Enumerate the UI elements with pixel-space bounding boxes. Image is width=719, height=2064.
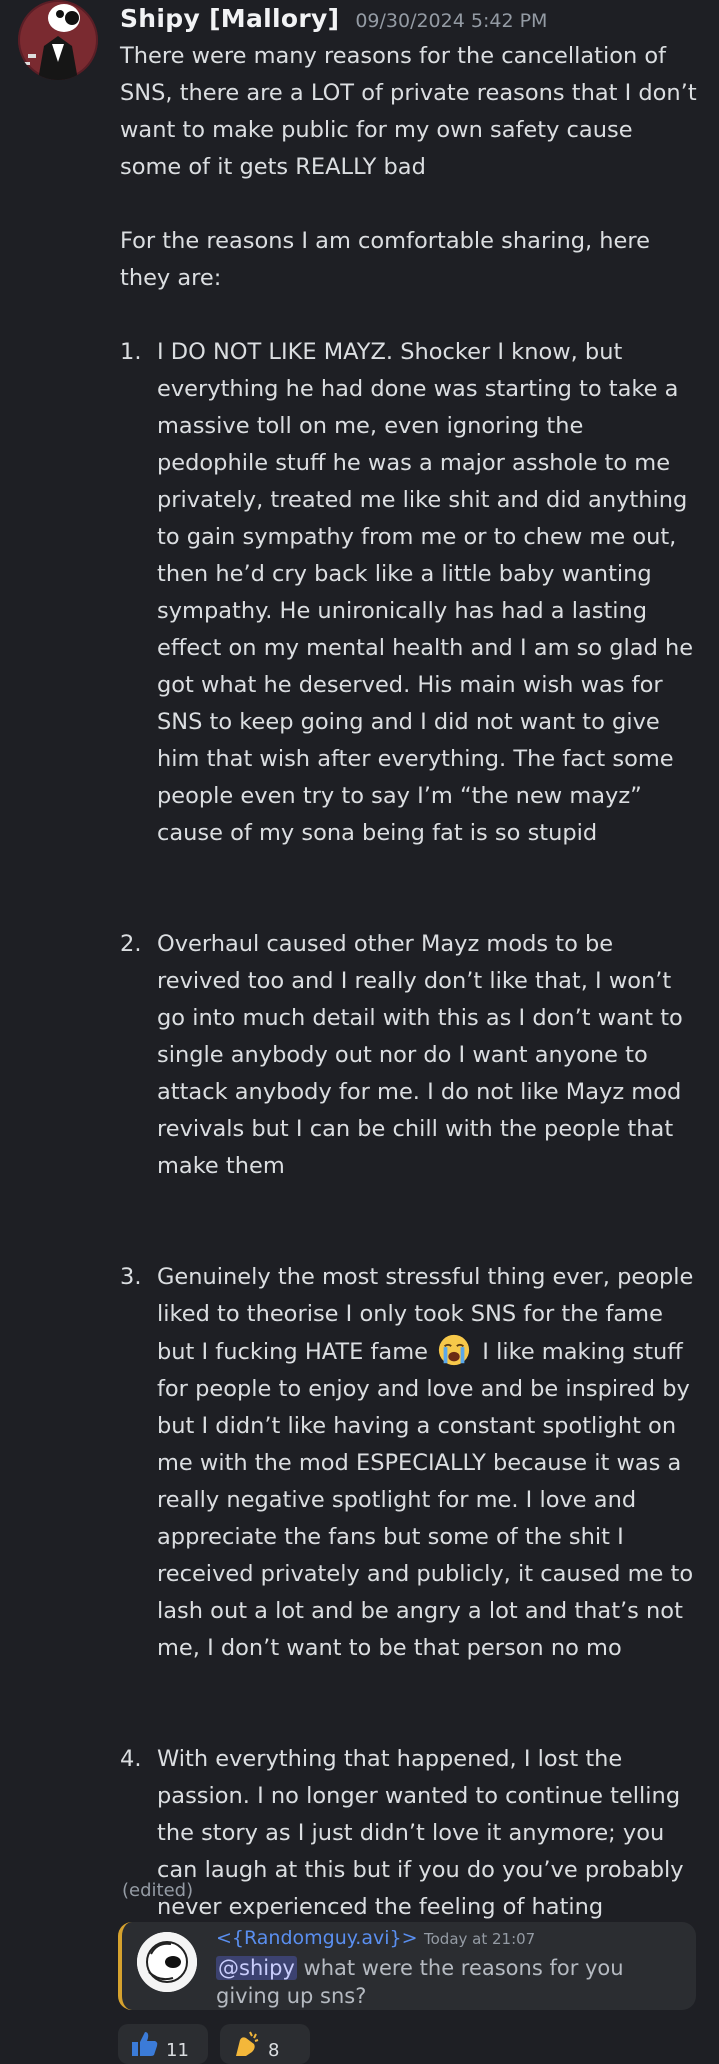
reply-text: @shipy what were the reasons for you giv… [216, 1954, 676, 2010]
list-item-text: I like making stuff for people to enjoy … [157, 1339, 694, 1661]
clapping-hands-icon [236, 2031, 259, 2056]
message-paragraph: There were many reasons for the cancella… [120, 43, 697, 180]
list-item-number: 3. [120, 1264, 142, 1290]
message-timestamp: 09/30/2024 5:42 PM [355, 10, 548, 32]
list-item: 3. Genuinely the most stressful thing ev… [120, 1259, 700, 1667]
list-item-number: 4. [120, 1746, 142, 1772]
reply-avatar-image [137, 1932, 197, 1992]
list-item-number: 2. [120, 931, 142, 957]
list-item: 2. Overhaul caused other Mayz mods to be… [120, 926, 700, 1185]
reactions-bar: 11 8 [118, 2024, 310, 2064]
thumbs-up-icon [132, 2032, 158, 2056]
reply-preview[interactable]: <{Randomguy.avi}> Today at 21:07 @shipy … [118, 1922, 696, 2010]
reply-author-name[interactable]: <{Randomguy.avi}> [216, 1927, 418, 1949]
list-item-text: I DO NOT LIKE MAYZ. Shocker I know, but … [157, 339, 694, 846]
reaction-count: 8 [268, 2040, 280, 2061]
user-mention[interactable]: @shipy [216, 1956, 297, 1980]
reply-avatar[interactable] [137, 1932, 197, 1992]
message-header: Shipy [Mallory] 09/30/2024 5:42 PM [120, 4, 547, 34]
reaction-clap[interactable]: 8 [220, 2024, 310, 2064]
reply-timestamp: Today at 21:07 [424, 1930, 536, 1948]
loudly-crying-face-emoji [439, 1334, 470, 1366]
author-name[interactable]: Shipy [Mallory] [120, 4, 339, 33]
author-avatar[interactable] [18, 0, 98, 80]
author-avatar-image [18, 0, 98, 80]
message-paragraph: For the reasons I am comfortable sharing… [120, 228, 650, 291]
reasons-list: 1. I DO NOT LIKE MAYZ. Shocker I know, b… [120, 334, 700, 2000]
list-item-number: 1. [120, 339, 142, 365]
reaction-thumbs-up[interactable]: 11 [118, 2024, 208, 2064]
message-body: There were many reasons for the cancella… [120, 38, 700, 2000]
reaction-count: 11 [166, 2040, 189, 2061]
list-item-text: Overhaul caused other Mayz mods to be re… [157, 931, 683, 1179]
edited-label: (edited) [122, 1880, 194, 1901]
list-item: 1. I DO NOT LIKE MAYZ. Shocker I know, b… [120, 334, 700, 852]
